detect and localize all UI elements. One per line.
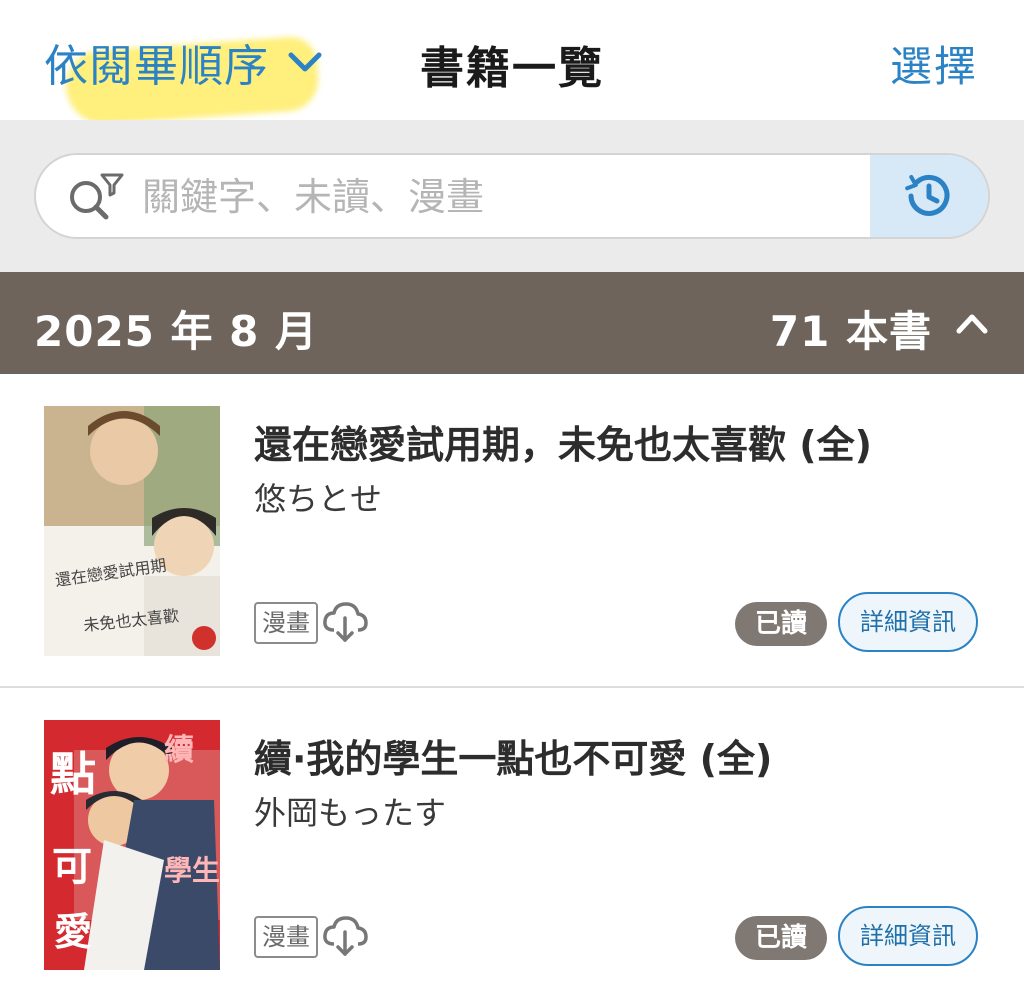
category-tag: 漫畫 (254, 602, 318, 644)
search-bar (34, 153, 990, 239)
book-title: 續·我的學生一點也不可愛 (全) (254, 737, 773, 781)
book-title: 還在戀愛試用期，未免也太喜歡 (全) (254, 423, 872, 467)
book-cover-image[interactable]: 點 續 可 學生 愛 (44, 720, 220, 970)
svg-text:愛: 愛 (54, 909, 92, 954)
detail-info-button[interactable]: 詳細資訊 (838, 906, 978, 966)
book-author: 外岡もったす (254, 794, 447, 832)
detail-info-button[interactable]: 詳細資訊 (838, 592, 978, 652)
history-button[interactable] (870, 155, 988, 237)
book-count: 71 本書 (769, 307, 932, 356)
search-filter-icon (70, 173, 124, 220)
cloud-download-icon[interactable] (322, 600, 368, 644)
read-status-badge: 已讀 (735, 916, 827, 960)
svg-text:可: 可 (52, 843, 92, 890)
svg-text:點: 點 (50, 747, 96, 801)
month-label: 2025 年 8 月 (34, 307, 318, 356)
search-area (0, 120, 1024, 272)
book-row[interactable]: 點 續 可 學生 愛 續·我的學生一點也不可愛 (全) 外岡もったす 漫畫 已讀… (0, 688, 1024, 1002)
search-input[interactable] (140, 155, 864, 237)
book-author: 悠ちとせ (254, 480, 383, 518)
select-button[interactable]: 選擇 (890, 33, 978, 94)
read-status-badge: 已讀 (735, 602, 827, 646)
history-icon (905, 174, 950, 216)
page-title: 書籍一覽 (420, 43, 604, 94)
chevron-up-icon[interactable] (954, 306, 990, 342)
svg-text:續: 續 (164, 733, 194, 768)
category-tag: 漫畫 (254, 916, 318, 958)
top-nav-bar: 依閱畢順序 書籍一覽 選擇 (0, 0, 1024, 127)
cloud-download-icon[interactable] (322, 914, 368, 958)
book-cover-image[interactable]: 還在戀愛試用期 未免也太喜歡 (44, 406, 220, 656)
month-group-header[interactable]: 2025 年 8 月 71 本書 (0, 272, 1024, 374)
svg-text:學生: 學生 (164, 854, 220, 887)
book-row[interactable]: 還在戀愛試用期 未免也太喜歡 還在戀愛試用期，未免也太喜歡 (全) 悠ちとせ 漫… (0, 374, 1024, 688)
